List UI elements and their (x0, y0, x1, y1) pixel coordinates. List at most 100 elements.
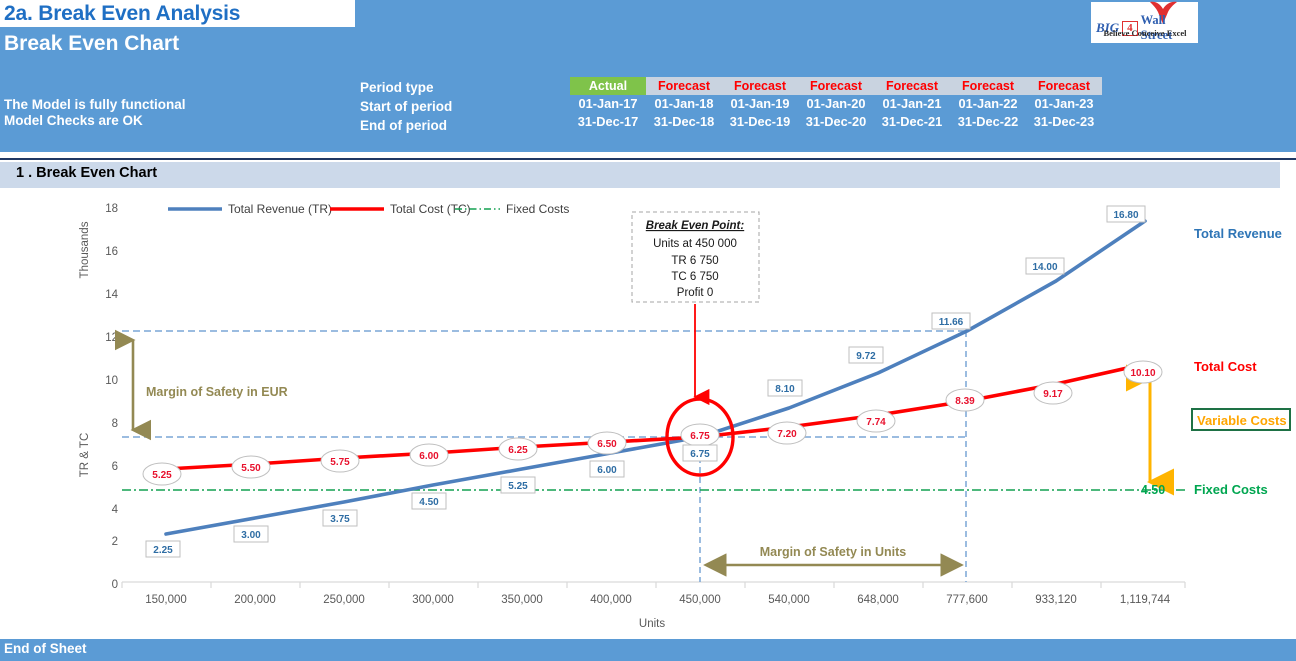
period-end-cell: 31-Dec-23 (1033, 114, 1095, 129)
page-footer: End of Sheet (0, 639, 1296, 661)
y-tick-label: 8 (112, 418, 118, 430)
period-type-cell: Forecast (798, 77, 874, 95)
x-tick-label: 350,000 (501, 594, 543, 606)
svg-text:8.10: 8.10 (775, 384, 795, 395)
svg-text:2.25: 2.25 (153, 545, 173, 556)
period-table: Actual Forecast Forecast Forecast Foreca… (570, 77, 1102, 131)
mos-eur-label: Margin of Safety in EUR (146, 385, 288, 399)
period-label-start: Start of period (360, 99, 453, 114)
svg-text:7.20: 7.20 (777, 429, 797, 440)
y-tick-label: 0 (112, 579, 118, 591)
period-end-cell: 31-Dec-22 (957, 114, 1019, 129)
svg-text:5.50: 5.50 (241, 463, 261, 474)
logo-tagline: Believe Conceive Excel (1103, 28, 1187, 38)
svg-text:14.00: 14.00 (1032, 262, 1057, 273)
data-label-tc: 7.20 (767, 421, 807, 445)
page-banner: 2a. Break Even Analysis Break Even Chart… (0, 0, 1296, 152)
y-tick-label: 12 (105, 332, 118, 344)
data-label-tc: 10.10 (1123, 360, 1163, 384)
data-label-tc-break-even: 6.75 (680, 423, 720, 447)
footer-text: End of Sheet (4, 641, 87, 656)
fixed-cost-value-label: 4.50 (1141, 483, 1165, 497)
callout-title: Break Even Point: (646, 220, 745, 232)
data-label-tr: 16.80 (1106, 205, 1146, 223)
y-tick-label: 16 (105, 246, 118, 258)
x-tick-label: 933,120 (1035, 594, 1077, 606)
data-label-tc: 5.75 (320, 449, 360, 473)
legend-label-fc: Fixed Costs (506, 202, 569, 216)
y-tick-label: 14 (105, 289, 118, 301)
page-tab-title: 2a. Break Even Analysis (4, 2, 241, 25)
svg-text:6.00: 6.00 (419, 451, 439, 462)
callout-tr: TR 6 750 (671, 255, 718, 267)
data-label-tc: 5.50 (231, 455, 271, 479)
period-start-cell: 01-Jan-23 (1034, 96, 1094, 111)
period-end-cell: 31-Dec-19 (729, 114, 791, 129)
data-label-tc: 9.17 (1033, 381, 1073, 405)
callout-tc: TC 6 750 (671, 271, 718, 283)
svg-text:3.75: 3.75 (330, 514, 350, 525)
model-status-line-2: Model Checks are OK (4, 113, 143, 128)
section-heading-text: 1 . Break Even Chart (16, 165, 158, 181)
svg-text:7.74: 7.74 (866, 417, 886, 428)
data-label-tr: 4.50 (411, 492, 447, 510)
x-tick-label: 777,600 (946, 594, 988, 606)
x-tick-label: 300,000 (412, 594, 454, 606)
period-start-cell: 01-Jan-20 (806, 96, 866, 111)
x-tick-label: 150,000 (145, 594, 187, 606)
svg-text:5.25: 5.25 (508, 481, 528, 492)
y-tick-label: 10 (105, 375, 118, 387)
svg-text:6.00: 6.00 (597, 465, 617, 476)
x-tick-label: 250,000 (323, 594, 365, 606)
svg-text:9.17: 9.17 (1043, 389, 1063, 400)
period-row-labels: Period type Start of period End of perio… (360, 78, 452, 135)
section-header: 1 . Break Even Chart (0, 162, 1280, 188)
period-end-cell: 31-Dec-17 (577, 114, 639, 129)
model-status-line-1: The Model is fully functional (4, 97, 186, 112)
y-tick-label: 18 (105, 203, 118, 215)
svg-text:10.10: 10.10 (1130, 368, 1155, 379)
period-type-cell: Forecast (722, 77, 798, 95)
break-even-chart: 18 16 14 12 10 8 6 4 2 0 TR & TC Thousan… (0, 190, 1296, 630)
period-type-cell: Forecast (874, 77, 950, 95)
period-start-cell: 01-Jan-17 (578, 96, 638, 111)
data-label-tc: 7.74 (856, 409, 896, 433)
data-label-tr: 9.72 (848, 346, 884, 364)
data-label-tc: 6.25 (498, 437, 538, 461)
period-type-cell: Forecast (950, 77, 1026, 95)
x-tick-label: 200,000 (234, 594, 276, 606)
data-label-tc: 5.25 (142, 462, 182, 486)
data-label-tr: 5.25 (500, 476, 536, 494)
period-end-cell: 31-Dec-21 (881, 114, 943, 129)
period-start-cell: 01-Jan-18 (654, 96, 714, 111)
y-axis-title: TR & TC (79, 433, 91, 478)
period-end-cell: 31-Dec-18 (653, 114, 715, 129)
right-label-total-cost: Total Cost (1194, 359, 1257, 374)
period-type-cell: Actual (570, 77, 646, 95)
callout-profit: Profit 0 (677, 287, 713, 299)
page-title: Break Even Chart (4, 32, 180, 55)
period-start-cell: 01-Jan-21 (882, 96, 942, 111)
data-label-tc: 8.39 (945, 388, 985, 412)
period-end-cell: 31-Dec-20 (805, 114, 867, 129)
data-label-tr: 3.75 (322, 509, 358, 527)
svg-text:6.75: 6.75 (690, 449, 710, 460)
y-tick-label: 6 (112, 461, 118, 473)
callout-units: Units at 450 000 (653, 238, 737, 250)
data-label-tc: 6.50 (587, 431, 627, 455)
data-label-tr: 8.10 (767, 379, 803, 397)
data-label-tr-break-even: 6.75 (682, 444, 718, 462)
svg-text:8.39: 8.39 (955, 396, 975, 407)
svg-text:3.00: 3.00 (241, 530, 261, 541)
right-label-fixed-costs: Fixed Costs (1194, 482, 1268, 497)
svg-text:9.72: 9.72 (856, 351, 876, 362)
period-label-end: End of period (360, 118, 447, 133)
data-label-tr: 14.00 (1025, 257, 1065, 275)
data-label-tr: 6.00 (589, 460, 625, 478)
right-label-total-revenue: Total Revenue (1194, 226, 1282, 241)
svg-text:6.25: 6.25 (508, 445, 528, 456)
data-label-tc: 6.00 (409, 443, 449, 467)
period-label-type: Period type (360, 80, 434, 95)
svg-text:11.66: 11.66 (939, 317, 964, 328)
mos-units-label: Margin of Safety in Units (760, 545, 907, 559)
